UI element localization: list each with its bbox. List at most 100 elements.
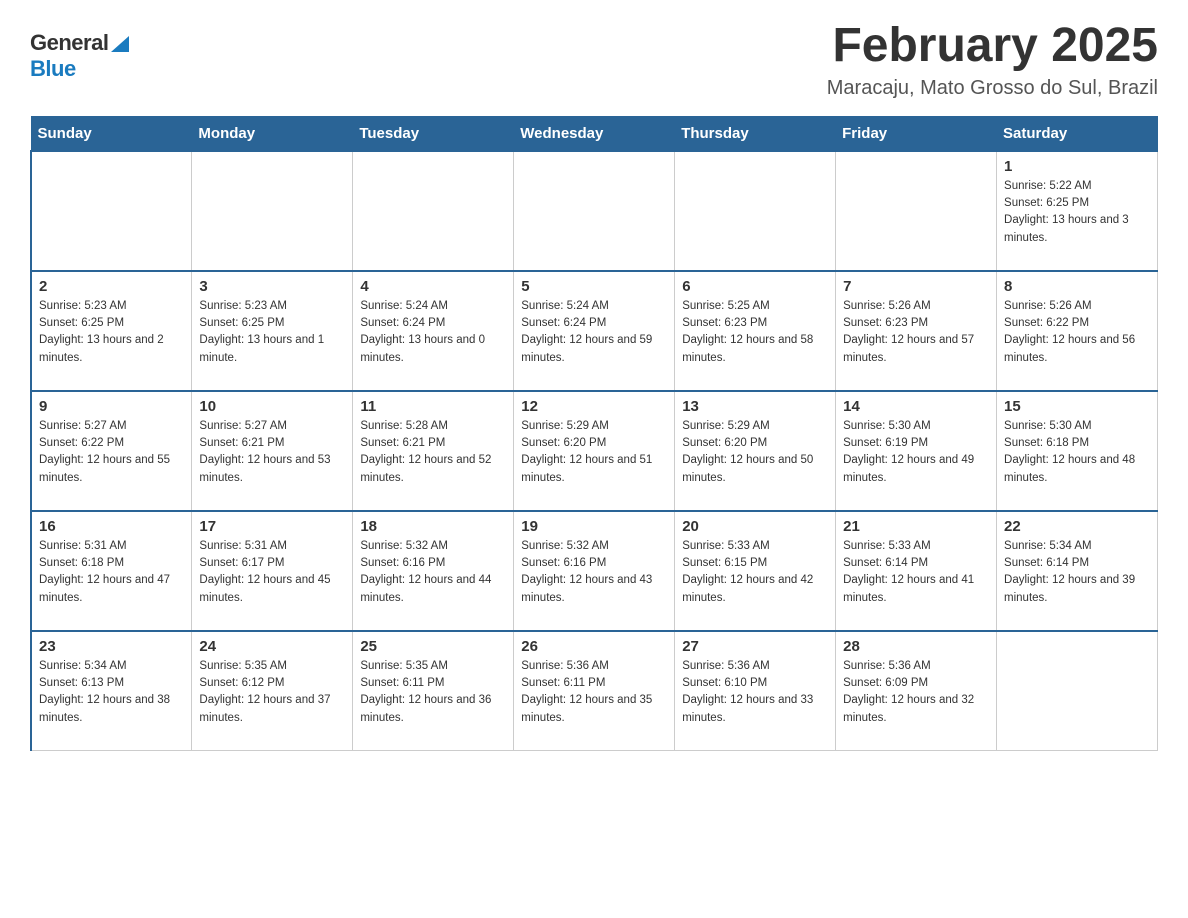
- calendar-cell: 19 Sunrise: 5:32 AM Sunset: 6:16 PM Dayli…: [514, 511, 675, 631]
- calendar-week-row: 16 Sunrise: 5:31 AM Sunset: 6:18 PM Dayli…: [31, 511, 1158, 631]
- day-number: 12: [521, 398, 667, 415]
- logo-blue-text: Blue: [30, 56, 76, 81]
- day-number: 18: [360, 518, 506, 535]
- calendar-cell: [353, 151, 514, 271]
- day-info: Sunrise: 5:23 AM Sunset: 6:25 PM Dayligh…: [39, 298, 184, 367]
- calendar-cell: 14 Sunrise: 5:30 AM Sunset: 6:19 PM Dayli…: [836, 391, 997, 511]
- logo: General Blue: [30, 30, 129, 82]
- day-info: Sunrise: 5:35 AM Sunset: 6:12 PM Dayligh…: [199, 658, 345, 727]
- calendar-cell: 25 Sunrise: 5:35 AM Sunset: 6:11 PM Dayli…: [353, 631, 514, 751]
- day-number: 7: [843, 278, 989, 295]
- day-number: 6: [682, 278, 828, 295]
- day-info: Sunrise: 5:34 AM Sunset: 6:14 PM Dayligh…: [1004, 538, 1150, 607]
- logo-triangle-icon: [111, 36, 129, 52]
- day-number: 14: [843, 398, 989, 415]
- weekday-header-tuesday: Tuesday: [353, 116, 514, 151]
- calendar-cell: 26 Sunrise: 5:36 AM Sunset: 6:11 PM Dayli…: [514, 631, 675, 751]
- calendar-week-row: 23 Sunrise: 5:34 AM Sunset: 6:13 PM Dayli…: [31, 631, 1158, 751]
- day-info: Sunrise: 5:30 AM Sunset: 6:19 PM Dayligh…: [843, 418, 989, 487]
- calendar-cell: 16 Sunrise: 5:31 AM Sunset: 6:18 PM Dayli…: [31, 511, 192, 631]
- day-number: 5: [521, 278, 667, 295]
- calendar-cell: 22 Sunrise: 5:34 AM Sunset: 6:14 PM Dayli…: [997, 511, 1158, 631]
- day-info: Sunrise: 5:31 AM Sunset: 6:18 PM Dayligh…: [39, 538, 184, 607]
- calendar-cell: [675, 151, 836, 271]
- calendar-cell: 24 Sunrise: 5:35 AM Sunset: 6:12 PM Dayli…: [192, 631, 353, 751]
- day-number: 10: [199, 398, 345, 415]
- day-number: 8: [1004, 278, 1150, 295]
- calendar-cell: 3 Sunrise: 5:23 AM Sunset: 6:25 PM Daylig…: [192, 271, 353, 391]
- title-block: February 2025 Maracaju, Mato Grosso do S…: [827, 20, 1158, 100]
- day-number: 26: [521, 638, 667, 655]
- day-number: 1: [1004, 158, 1150, 175]
- day-info: Sunrise: 5:24 AM Sunset: 6:24 PM Dayligh…: [521, 298, 667, 367]
- day-info: Sunrise: 5:32 AM Sunset: 6:16 PM Dayligh…: [521, 538, 667, 607]
- day-info: Sunrise: 5:22 AM Sunset: 6:25 PM Dayligh…: [1004, 178, 1150, 247]
- day-info: Sunrise: 5:23 AM Sunset: 6:25 PM Dayligh…: [199, 298, 345, 367]
- page-title: February 2025: [827, 20, 1158, 73]
- day-number: 11: [360, 398, 506, 415]
- day-number: 16: [39, 518, 184, 535]
- calendar-cell: 4 Sunrise: 5:24 AM Sunset: 6:24 PM Daylig…: [353, 271, 514, 391]
- day-number: 25: [360, 638, 506, 655]
- calendar-cell: [997, 631, 1158, 751]
- calendar-week-row: 1 Sunrise: 5:22 AM Sunset: 6:25 PM Daylig…: [31, 151, 1158, 271]
- day-number: 15: [1004, 398, 1150, 415]
- day-info: Sunrise: 5:27 AM Sunset: 6:21 PM Dayligh…: [199, 418, 345, 487]
- logo-general-text: General: [30, 30, 108, 56]
- day-info: Sunrise: 5:29 AM Sunset: 6:20 PM Dayligh…: [521, 418, 667, 487]
- calendar-cell: 28 Sunrise: 5:36 AM Sunset: 6:09 PM Dayli…: [836, 631, 997, 751]
- page-subtitle: Maracaju, Mato Grosso do Sul, Brazil: [827, 77, 1158, 100]
- calendar-cell: 6 Sunrise: 5:25 AM Sunset: 6:23 PM Daylig…: [675, 271, 836, 391]
- calendar-cell: 20Sunrise: 5:33 AM Sunset: 6:15 PM Dayli…: [675, 511, 836, 631]
- day-info: Sunrise: 5:32 AM Sunset: 6:16 PM Dayligh…: [360, 538, 506, 607]
- day-number: 27: [682, 638, 828, 655]
- day-info: Sunrise: 5:35 AM Sunset: 6:11 PM Dayligh…: [360, 658, 506, 727]
- calendar-cell: 13Sunrise: 5:29 AM Sunset: 6:20 PM Dayli…: [675, 391, 836, 511]
- calendar-cell: 12 Sunrise: 5:29 AM Sunset: 6:20 PM Dayli…: [514, 391, 675, 511]
- calendar-cell: 9Sunrise: 5:27 AM Sunset: 6:22 PM Daylig…: [31, 391, 192, 511]
- day-number: 22: [1004, 518, 1150, 535]
- day-info: Sunrise: 5:25 AM Sunset: 6:23 PM Dayligh…: [682, 298, 828, 367]
- calendar-cell: 23 Sunrise: 5:34 AM Sunset: 6:13 PM Dayli…: [31, 631, 192, 751]
- calendar-cell: 5 Sunrise: 5:24 AM Sunset: 6:24 PM Daylig…: [514, 271, 675, 391]
- weekday-header-monday: Monday: [192, 116, 353, 151]
- day-number: 4: [360, 278, 506, 295]
- day-info: Sunrise: 5:36 AM Sunset: 6:10 PM Dayligh…: [682, 658, 828, 727]
- calendar-table: SundayMondayTuesdayWednesdayThursdayFrid…: [30, 116, 1158, 752]
- day-info: Sunrise: 5:31 AM Sunset: 6:17 PM Dayligh…: [199, 538, 345, 607]
- calendar-week-row: 9Sunrise: 5:27 AM Sunset: 6:22 PM Daylig…: [31, 391, 1158, 511]
- day-number: 24: [199, 638, 345, 655]
- day-number: 23: [39, 638, 184, 655]
- calendar-cell: 2 Sunrise: 5:23 AM Sunset: 6:25 PM Daylig…: [31, 271, 192, 391]
- day-info: Sunrise: 5:24 AM Sunset: 6:24 PM Dayligh…: [360, 298, 506, 367]
- day-info: Sunrise: 5:36 AM Sunset: 6:09 PM Dayligh…: [843, 658, 989, 727]
- calendar-body: 1 Sunrise: 5:22 AM Sunset: 6:25 PM Daylig…: [31, 151, 1158, 751]
- day-info: Sunrise: 5:33 AM Sunset: 6:14 PM Dayligh…: [843, 538, 989, 607]
- day-number: 19: [521, 518, 667, 535]
- day-number: 28: [843, 638, 989, 655]
- calendar-cell: 27 Sunrise: 5:36 AM Sunset: 6:10 PM Dayli…: [675, 631, 836, 751]
- day-number: 13: [682, 398, 828, 415]
- day-number: 21: [843, 518, 989, 535]
- day-info: Sunrise: 5:33 AM Sunset: 6:15 PM Dayligh…: [682, 538, 828, 607]
- calendar-header: SundayMondayTuesdayWednesdayThursdayFrid…: [31, 116, 1158, 151]
- day-info: Sunrise: 5:26 AM Sunset: 6:22 PM Dayligh…: [1004, 298, 1150, 367]
- calendar-cell: 11 Sunrise: 5:28 AM Sunset: 6:21 PM Dayli…: [353, 391, 514, 511]
- calendar-cell: 21 Sunrise: 5:33 AM Sunset: 6:14 PM Dayli…: [836, 511, 997, 631]
- calendar-cell: 18 Sunrise: 5:32 AM Sunset: 6:16 PM Dayli…: [353, 511, 514, 631]
- day-info: Sunrise: 5:34 AM Sunset: 6:13 PM Dayligh…: [39, 658, 184, 727]
- calendar-cell: 10 Sunrise: 5:27 AM Sunset: 6:21 PM Dayli…: [192, 391, 353, 511]
- day-number: 17: [199, 518, 345, 535]
- calendar-cell: [31, 151, 192, 271]
- calendar-cell: [192, 151, 353, 271]
- weekday-header-sunday: Sunday: [31, 116, 192, 151]
- day-number: 3: [199, 278, 345, 295]
- day-number: 2: [39, 278, 184, 295]
- day-info: Sunrise: 5:28 AM Sunset: 6:21 PM Dayligh…: [360, 418, 506, 487]
- weekday-header-row: SundayMondayTuesdayWednesdayThursdayFrid…: [31, 116, 1158, 151]
- day-info: Sunrise: 5:36 AM Sunset: 6:11 PM Dayligh…: [521, 658, 667, 727]
- weekday-header-friday: Friday: [836, 116, 997, 151]
- calendar-cell: [836, 151, 997, 271]
- calendar-cell: 8 Sunrise: 5:26 AM Sunset: 6:22 PM Daylig…: [997, 271, 1158, 391]
- day-info: Sunrise: 5:26 AM Sunset: 6:23 PM Dayligh…: [843, 298, 989, 367]
